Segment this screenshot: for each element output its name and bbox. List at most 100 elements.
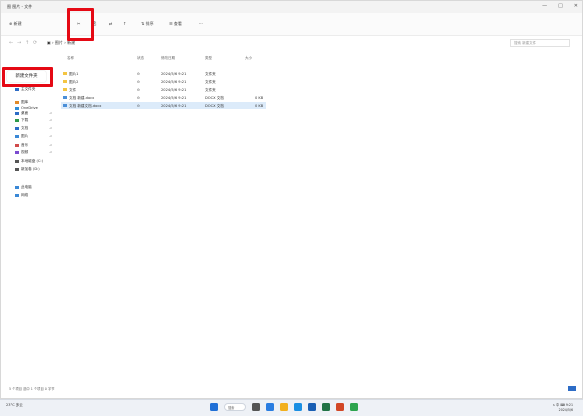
- search-input[interactable]: 搜索 新建文件: [510, 39, 570, 47]
- sidebar-item-label: 音乐: [21, 143, 29, 147]
- sidebar-item[interactable]: 网络: [15, 193, 28, 198]
- folder-icon: [63, 72, 67, 75]
- details-view-icon[interactable]: [568, 386, 576, 391]
- cell-name: 图片1: [63, 72, 78, 77]
- cell-type: DOCX 文档: [205, 103, 224, 108]
- pin-icon: ⊿: [49, 111, 52, 115]
- sidebar-item[interactable]: OneDrive: [15, 106, 38, 110]
- tray-icons[interactable]: ∧ 中 ⌨: [553, 403, 565, 407]
- taskbar-search[interactable]: 搜索: [224, 403, 246, 411]
- file-name: 文件: [69, 87, 77, 92]
- breadcrumb[interactable]: ▣ › 图片 › 新建: [47, 40, 75, 46]
- excel-icon[interactable]: [322, 403, 330, 411]
- task-view-icon[interactable]: [252, 403, 260, 411]
- sidebar-item[interactable]: 音乐 ⊿: [15, 143, 52, 148]
- folder-icon: [15, 111, 19, 115]
- forward-icon[interactable]: →: [17, 40, 21, 46]
- sidebar-item[interactable]: 图片 ⊿: [15, 134, 52, 139]
- file-explorer-icon[interactable]: [280, 403, 288, 411]
- cell-status: ⊙: [137, 79, 141, 84]
- clock-time: 9:21: [565, 403, 573, 407]
- new-button[interactable]: ⊕ 新建: [9, 21, 22, 27]
- more-button[interactable]: ···: [199, 21, 203, 26]
- pin-icon: ⊿: [49, 118, 52, 122]
- clock-date: 2024/5/6: [558, 407, 573, 412]
- table-row[interactable]: 图片2 ⊙ 2024/5/6 9:21 文件夹: [61, 78, 266, 85]
- sidebar-item-label: 下载: [21, 118, 29, 122]
- system-tray[interactable]: ∧ 中 ⌨ 9:21 2024/5/6: [553, 403, 573, 412]
- sidebar-item[interactable]: 桌面 ⊿: [15, 111, 52, 116]
- cell-size: 0 KB: [255, 103, 264, 108]
- column-header-size[interactable]: 大小: [245, 56, 252, 61]
- sidebar-item-label: OneDrive: [21, 106, 38, 110]
- cell-date: 2024/5/6 9:21: [161, 79, 187, 84]
- command-bar: ⊕ 新建 ✂ ⎘ ⇄ ↑ ⇅ 排序 ☰ 查看 ···: [1, 13, 582, 36]
- cut-icon[interactable]: ✂: [77, 21, 80, 26]
- title-bar: 图 图片 - 文件 — □ ✕: [1, 1, 582, 13]
- back-icon[interactable]: ←: [9, 40, 13, 46]
- file-name: 文档 新建文档.docx: [69, 103, 102, 108]
- rename-icon[interactable]: ⇄: [109, 21, 112, 26]
- minimize-button[interactable]: —: [542, 3, 547, 9]
- powerpoint-icon[interactable]: [336, 403, 344, 411]
- sidebar-item[interactable]: 视频 ⊿: [15, 150, 52, 155]
- sidebar-item[interactable]: 新加卷 (D:): [15, 167, 40, 172]
- table-row[interactable]: 文档 新建.docx ⊙ 2024/5/6 9:21 DOCX 文档 0 KB: [61, 94, 266, 101]
- document-icon: [63, 104, 67, 107]
- sidebar-item-label: 网络: [21, 193, 29, 197]
- weather-widget[interactable]: 23°C 多云: [6, 403, 23, 408]
- close-button[interactable]: ✕: [574, 3, 578, 9]
- refresh-icon[interactable]: ⟳: [33, 40, 37, 46]
- folder-icon: [15, 100, 19, 104]
- start-icon[interactable]: [210, 403, 218, 411]
- pin-icon: ⊿: [49, 150, 52, 154]
- table-row[interactable]: 文档 新建文档.docx ⊙ 2024/5/6 9:21 DOCX 文档 0 KB: [61, 102, 266, 109]
- sidebar-item-label: 图库: [21, 100, 29, 104]
- sidebar-item-label: 视频: [21, 150, 29, 154]
- sidebar-item[interactable]: 此电脑: [15, 185, 32, 190]
- table-row[interactable]: 图片1 ⊙ 2024/5/6 9:21 文件夹: [61, 70, 266, 77]
- cell-type: 文件夹: [205, 87, 216, 92]
- sidebar-item[interactable]: 文档 ⊿: [15, 126, 52, 131]
- sidebar-item[interactable]: 下载 ⊿: [15, 118, 52, 123]
- maximize-button[interactable]: □: [558, 3, 563, 9]
- folder-icon: [63, 80, 67, 83]
- column-header-date[interactable]: 修改日期: [161, 56, 175, 61]
- navigation-pane: 主文件夹 图库 OneDrive 桌面 ⊿ 下载 ⊿ 文档 ⊿ 图片 ⊿ 音乐 ⊿ 视频 ⊿ 本地磁盘 (C:…: [1, 51, 59, 381]
- share-icon[interactable]: ↑: [123, 21, 126, 26]
- cell-name: 图片2: [63, 80, 78, 85]
- view-button[interactable]: ☰ 查看: [169, 21, 182, 27]
- column-header-name[interactable]: 名称: [67, 56, 74, 61]
- folder-icon: [15, 143, 19, 147]
- cell-status: ⊙: [137, 95, 141, 100]
- cell-date: 2024/5/6 9:21: [161, 103, 187, 108]
- column-header-status[interactable]: 状态: [137, 56, 144, 61]
- sidebar-item[interactable]: 主文件夹: [15, 87, 35, 92]
- cell-status: ⊙: [137, 71, 141, 76]
- cell-type: 文件夹: [205, 71, 216, 76]
- table-row[interactable]: 文件 ⊙ 2024/5/6 9:21 文件夹: [61, 86, 266, 93]
- edge-icon[interactable]: [294, 403, 302, 411]
- file-explorer-window: 图 图片 - 文件 — □ ✕ ⊕ 新建 ✂ ⎘ ⇄ ↑ ⇅ 排序 ☰ 查看 ·…: [0, 0, 583, 399]
- copy-icon[interactable]: ⎘: [93, 21, 96, 26]
- folder-icon: [15, 167, 19, 171]
- word-icon[interactable]: [308, 403, 316, 411]
- column-header-type[interactable]: 类型: [205, 56, 212, 61]
- file-name: 图片2: [69, 79, 79, 84]
- folder-icon: [15, 150, 19, 154]
- file-name: 图片1: [69, 71, 79, 76]
- up-icon[interactable]: ↑: [25, 40, 29, 46]
- sidebar-item[interactable]: 图库: [15, 100, 28, 105]
- cell-type: DOCX 文档: [205, 95, 224, 100]
- app-icon[interactable]: [350, 403, 358, 411]
- pin-icon: ⊿: [49, 143, 52, 147]
- folder-icon: [15, 193, 19, 197]
- widgets-icon[interactable]: [266, 403, 274, 411]
- sidebar-item[interactable]: 本地磁盘 (C:): [15, 159, 43, 164]
- taskbar: 23°C 多云 搜索 ∧ 中 ⌨ 9:21 2024/5/6: [0, 399, 583, 416]
- sort-button[interactable]: ⇅ 排序: [141, 21, 154, 27]
- pin-icon: ⊿: [49, 126, 52, 130]
- sidebar-item-label: 本地磁盘 (C:): [21, 159, 44, 163]
- new-folder-button[interactable]: 新建文件夹: [7, 71, 46, 82]
- sidebar-item-label: 主文件夹: [21, 87, 36, 91]
